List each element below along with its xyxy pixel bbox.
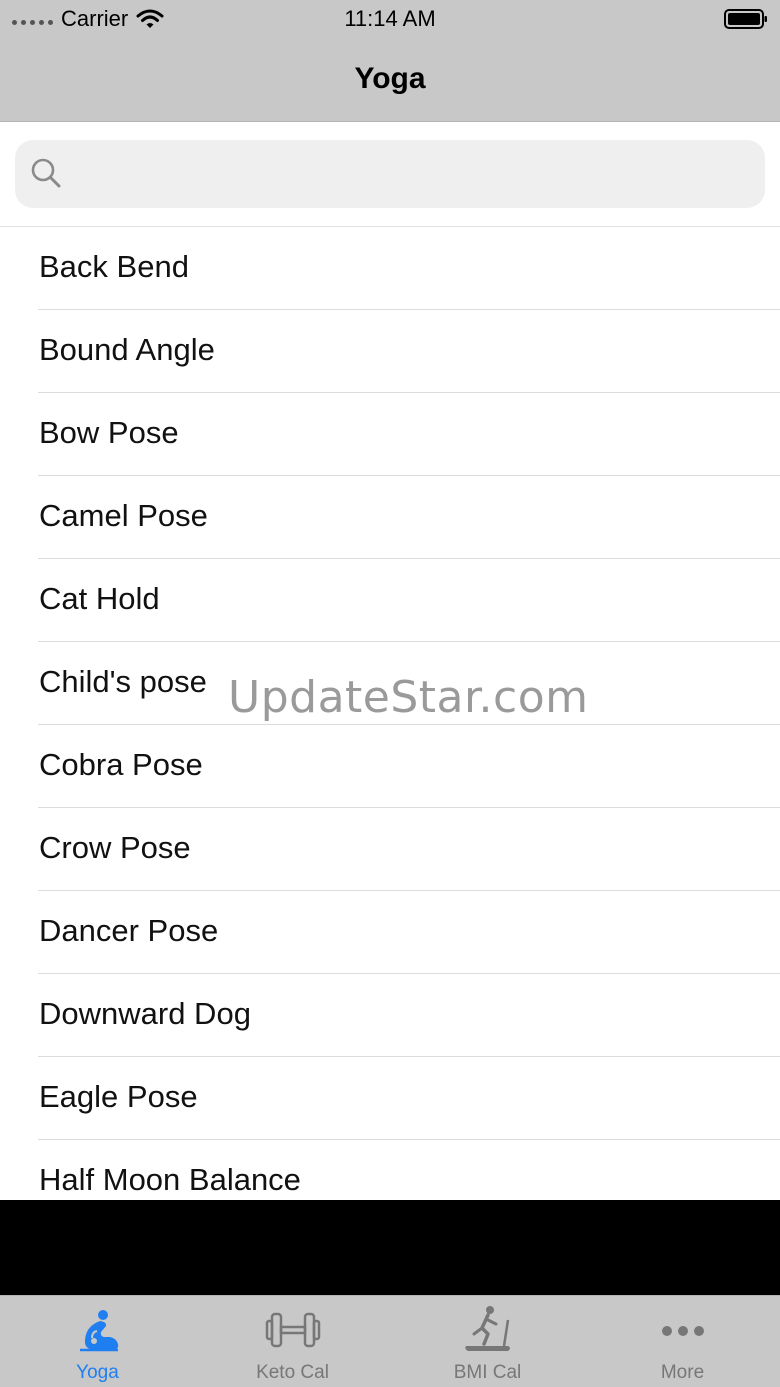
list-item-label: Half Moon Balance	[39, 1162, 301, 1197]
dumbbell-icon	[265, 1312, 320, 1348]
list-item-label: Bound Angle	[39, 332, 215, 367]
tab-label: Keto Cal	[256, 1362, 329, 1383]
list-item[interactable]: Bow Pose	[0, 393, 780, 476]
search-icon	[31, 158, 61, 188]
list-item-label: Eagle Pose	[39, 1079, 198, 1114]
tab-label: More	[660, 1362, 705, 1383]
list-item-label: Crow Pose	[39, 830, 191, 865]
status-time: 11:14 AM	[344, 6, 436, 31]
tab-more[interactable]: More	[585, 1296, 780, 1387]
tab-keto-cal[interactable]: Keto Cal	[195, 1296, 390, 1387]
list-item[interactable]: Cobra Pose	[0, 725, 780, 808]
list-item-label: Downward Dog	[39, 996, 251, 1031]
black-band	[0, 1200, 780, 1295]
list-item-label: Child's pose	[39, 664, 207, 699]
battery-icon	[724, 9, 767, 29]
list-item-label: Camel Pose	[39, 498, 208, 533]
yoga-icon	[79, 1310, 118, 1352]
list-item[interactable]: Cat Hold	[0, 559, 780, 642]
list-item[interactable]: Bound Angle	[0, 310, 780, 393]
watermark: UpdateStar.com	[228, 672, 589, 723]
list-item-label: Back Bend	[39, 249, 189, 284]
more-dots-icon	[661, 1326, 704, 1336]
status-bar: Carrier 11:14 AM	[0, 0, 780, 40]
tab-bar: Yoga Keto Cal BMI Cal More	[0, 1295, 780, 1387]
navigation-bar: Yoga	[0, 40, 780, 122]
list-item-label: Bow Pose	[39, 415, 179, 450]
page-title: Yoga	[354, 62, 426, 95]
tab-yoga[interactable]: Yoga	[0, 1296, 195, 1387]
list-item[interactable]: Camel Pose	[0, 476, 780, 559]
tab-label: BMI Cal	[453, 1362, 522, 1383]
list-item-label: Cat Hold	[39, 581, 160, 616]
list-item[interactable]: Back Bend	[0, 227, 780, 310]
list-item[interactable]: Half Moon Balance	[0, 1140, 780, 1200]
list-item[interactable]: Crow Pose	[0, 808, 780, 891]
list-item-label: Cobra Pose	[39, 747, 203, 782]
list-item[interactable]: Eagle Pose	[0, 1057, 780, 1140]
tab-label: Yoga	[76, 1362, 119, 1383]
list-item[interactable]: Downward Dog	[0, 974, 780, 1057]
search-input[interactable]	[15, 140, 765, 208]
tab-bmi-cal[interactable]: BMI Cal	[390, 1296, 585, 1387]
list-item[interactable]: Dancer Pose	[0, 891, 780, 974]
treadmill-icon	[464, 1306, 510, 1351]
search-area	[0, 122, 780, 227]
list-item-label: Dancer Pose	[39, 913, 219, 948]
